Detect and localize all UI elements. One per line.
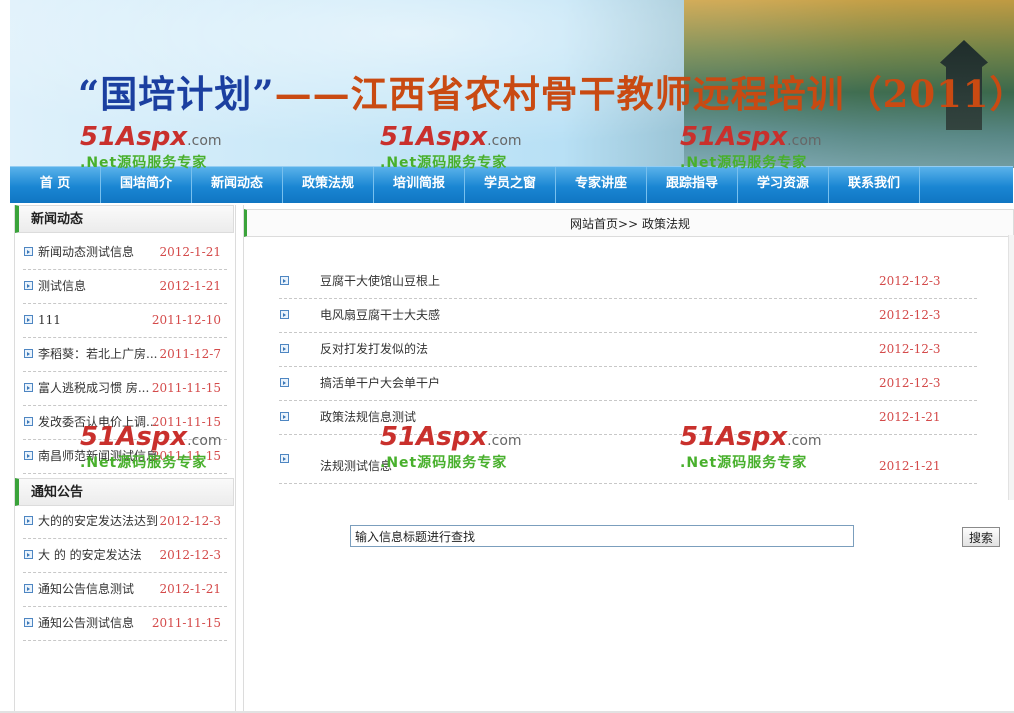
breadcrumb: 网站首页>> 政策法规 — [244, 209, 1014, 237]
arrow-bullet-icon — [24, 550, 33, 559]
notice-box-title: 通知公告 — [15, 478, 234, 506]
arrow-bullet-icon — [24, 451, 33, 460]
arrow-bullet-icon — [24, 247, 33, 256]
news-date: 2011-11-15 — [151, 381, 221, 395]
article-row[interactable]: 豆腐干大使馆山豆根上 2012-12-3 — [279, 265, 977, 299]
article-date: 2012-12-3 — [879, 376, 941, 390]
article-title[interactable]: 反对打发打发似的法 — [320, 333, 428, 365]
article-date: 2012-1-21 — [879, 410, 941, 424]
article-title[interactable]: 法规测试信息 — [320, 435, 392, 497]
news-title[interactable]: 111 — [38, 304, 158, 336]
notice-title[interactable]: 大 的 的安定发达法 — [38, 539, 158, 571]
article-list: 豆腐干大使馆山豆根上 2012-12-3 电风扇豆腐干士大夫感 2012-12-3 … — [279, 265, 977, 484]
news-list-item[interactable]: 新闻动态测试信息 2012-1-21 — [23, 236, 227, 270]
news-list-item[interactable]: 111 2011-12-10 — [23, 304, 227, 338]
notice-date: 2011-11-15 — [151, 616, 221, 630]
arrow-bullet-icon — [24, 349, 33, 358]
arrow-bullet-icon — [280, 412, 289, 421]
site-title-program: “国培计划” — [78, 72, 275, 116]
notice-title[interactable]: 通知公告信息测试 — [38, 573, 158, 605]
nav-item-lectures[interactable]: 专家讲座 — [556, 167, 647, 203]
notice-date: 2012-12-3 — [159, 514, 221, 528]
article-title[interactable]: 电风扇豆腐干士大夫感 — [320, 299, 440, 331]
nav-item-policy[interactable]: 政策法规 — [283, 167, 374, 203]
news-title[interactable]: 富人逃税成习惯 房... — [38, 372, 158, 404]
site-title-subtitle: ——江西省农村骨干教师远程培训（2011） — [274, 72, 1014, 116]
nav-item-intro[interactable]: 国培简介 — [101, 167, 192, 203]
search-input[interactable] — [350, 525, 854, 547]
nav-item-briefing[interactable]: 培训简报 — [374, 167, 465, 203]
notice-list: 大的的安定发达法达到 2012-12-3 大 的 的安定发达法 2012-12-3 … — [23, 505, 227, 641]
article-row[interactable]: 法规测试信息 2012-1-21 — [279, 435, 977, 484]
notice-list-item[interactable]: 通知公告测试信息 2011-11-15 — [23, 607, 227, 641]
news-list-item[interactable]: 发改委否认电价上调... 2011-11-15 — [23, 406, 227, 440]
article-date: 2012-1-21 — [879, 459, 941, 473]
news-list-item[interactable]: 测试信息 2012-1-21 — [23, 270, 227, 304]
arrow-bullet-icon — [24, 618, 33, 627]
article-date: 2012-12-3 — [879, 342, 941, 356]
notice-list-item[interactable]: 大 的 的安定发达法 2012-12-3 — [23, 539, 227, 573]
news-title[interactable]: 测试信息 — [38, 270, 158, 302]
news-title[interactable]: 发改委否认电价上调... — [38, 406, 158, 438]
search-button[interactable]: 搜索 — [962, 527, 1000, 547]
news-date: 2012-1-21 — [159, 279, 221, 293]
arrow-bullet-icon — [24, 584, 33, 593]
arrow-bullet-icon — [24, 281, 33, 290]
arrow-bullet-icon — [24, 417, 33, 426]
notice-title[interactable]: 大的的安定发达法达到 — [38, 505, 158, 537]
news-date: 2011-12-7 — [159, 347, 221, 361]
news-title[interactable]: 南昌师范新闻测试信息 — [38, 440, 158, 472]
news-date: 2011-12-10 — [151, 313, 221, 327]
main-content: 网站首页>> 政策法规 豆腐干大使馆山豆根上 2012-12-3 电风扇豆腐干士大… — [243, 205, 1014, 712]
news-title[interactable]: 新闻动态测试信息 — [38, 236, 158, 268]
article-row[interactable]: 电风扇豆腐干士大夫感 2012-12-3 — [279, 299, 977, 333]
news-date: 2012-1-21 — [159, 245, 221, 259]
arrow-bullet-icon — [280, 378, 289, 387]
notice-date: 2012-12-3 — [159, 548, 221, 562]
nav-item-students[interactable]: 学员之窗 — [465, 167, 556, 203]
notice-date: 2012-1-21 — [159, 582, 221, 596]
news-list-item[interactable]: 南昌师范新闻测试信息 2011-11-15 — [23, 440, 227, 474]
main-nav: 首 页 国培简介 新闻动态 政策法规 培训简报 学员之窗 专家讲座 跟踪指导 学… — [10, 166, 1013, 203]
left-sidebar: 新闻动态 新闻动态测试信息 2012-1-21 测试信息 2012-1-21 111… — [14, 205, 236, 712]
site-title: “国培计划”——江西省农村骨干教师远程培训（2011） — [78, 64, 1014, 118]
page-edge-panel — [1008, 235, 1014, 500]
article-row[interactable]: 政策法规信息测试 2012-1-21 — [279, 401, 977, 435]
notice-title[interactable]: 通知公告测试信息 — [38, 607, 158, 639]
news-list-item[interactable]: 富人逃税成习惯 房... 2011-11-15 — [23, 372, 227, 406]
news-date: 2011-11-15 — [151, 449, 221, 463]
article-date: 2012-12-3 — [879, 308, 941, 322]
news-date: 2011-11-15 — [151, 415, 221, 429]
arrow-bullet-icon — [24, 516, 33, 525]
nav-item-resources[interactable]: 学习资源 — [738, 167, 829, 203]
arrow-bullet-icon — [280, 310, 289, 319]
arrow-bullet-icon — [280, 276, 289, 285]
arrow-bullet-icon — [24, 383, 33, 392]
article-row[interactable]: 反对打发打发似的法 2012-12-3 — [279, 333, 977, 367]
nav-item-news[interactable]: 新闻动态 — [192, 167, 283, 203]
article-title[interactable]: 政策法规信息测试 — [320, 401, 416, 433]
article-date: 2012-12-3 — [879, 274, 941, 288]
notice-list-item[interactable]: 大的的安定发达法达到 2012-12-3 — [23, 505, 227, 539]
news-list-item[interactable]: 李稻葵：若北上广房... 2011-12-7 — [23, 338, 227, 372]
news-title[interactable]: 李稻葵：若北上广房... — [38, 338, 158, 370]
nav-item-contact[interactable]: 联系我们 — [829, 167, 920, 203]
news-box-title: 新闻动态 — [15, 205, 234, 233]
arrow-bullet-icon — [280, 454, 289, 463]
nav-item-home[interactable]: 首 页 — [10, 167, 101, 203]
news-list: 新闻动态测试信息 2012-1-21 测试信息 2012-1-21 111 2011-… — [23, 236, 227, 474]
article-title[interactable]: 豆腐干大使馆山豆根上 — [320, 265, 440, 297]
article-title[interactable]: 搞活单干户大会单干户 — [320, 367, 440, 399]
nav-item-tracking[interactable]: 跟踪指导 — [647, 167, 738, 203]
arrow-bullet-icon — [24, 315, 33, 324]
notice-list-item[interactable]: 通知公告信息测试 2012-1-21 — [23, 573, 227, 607]
header-banner: “国培计划”——江西省农村骨干教师远程培训（2011） — [10, 0, 1014, 168]
arrow-bullet-icon — [280, 344, 289, 353]
article-row[interactable]: 搞活单干户大会单干户 2012-12-3 — [279, 367, 977, 401]
